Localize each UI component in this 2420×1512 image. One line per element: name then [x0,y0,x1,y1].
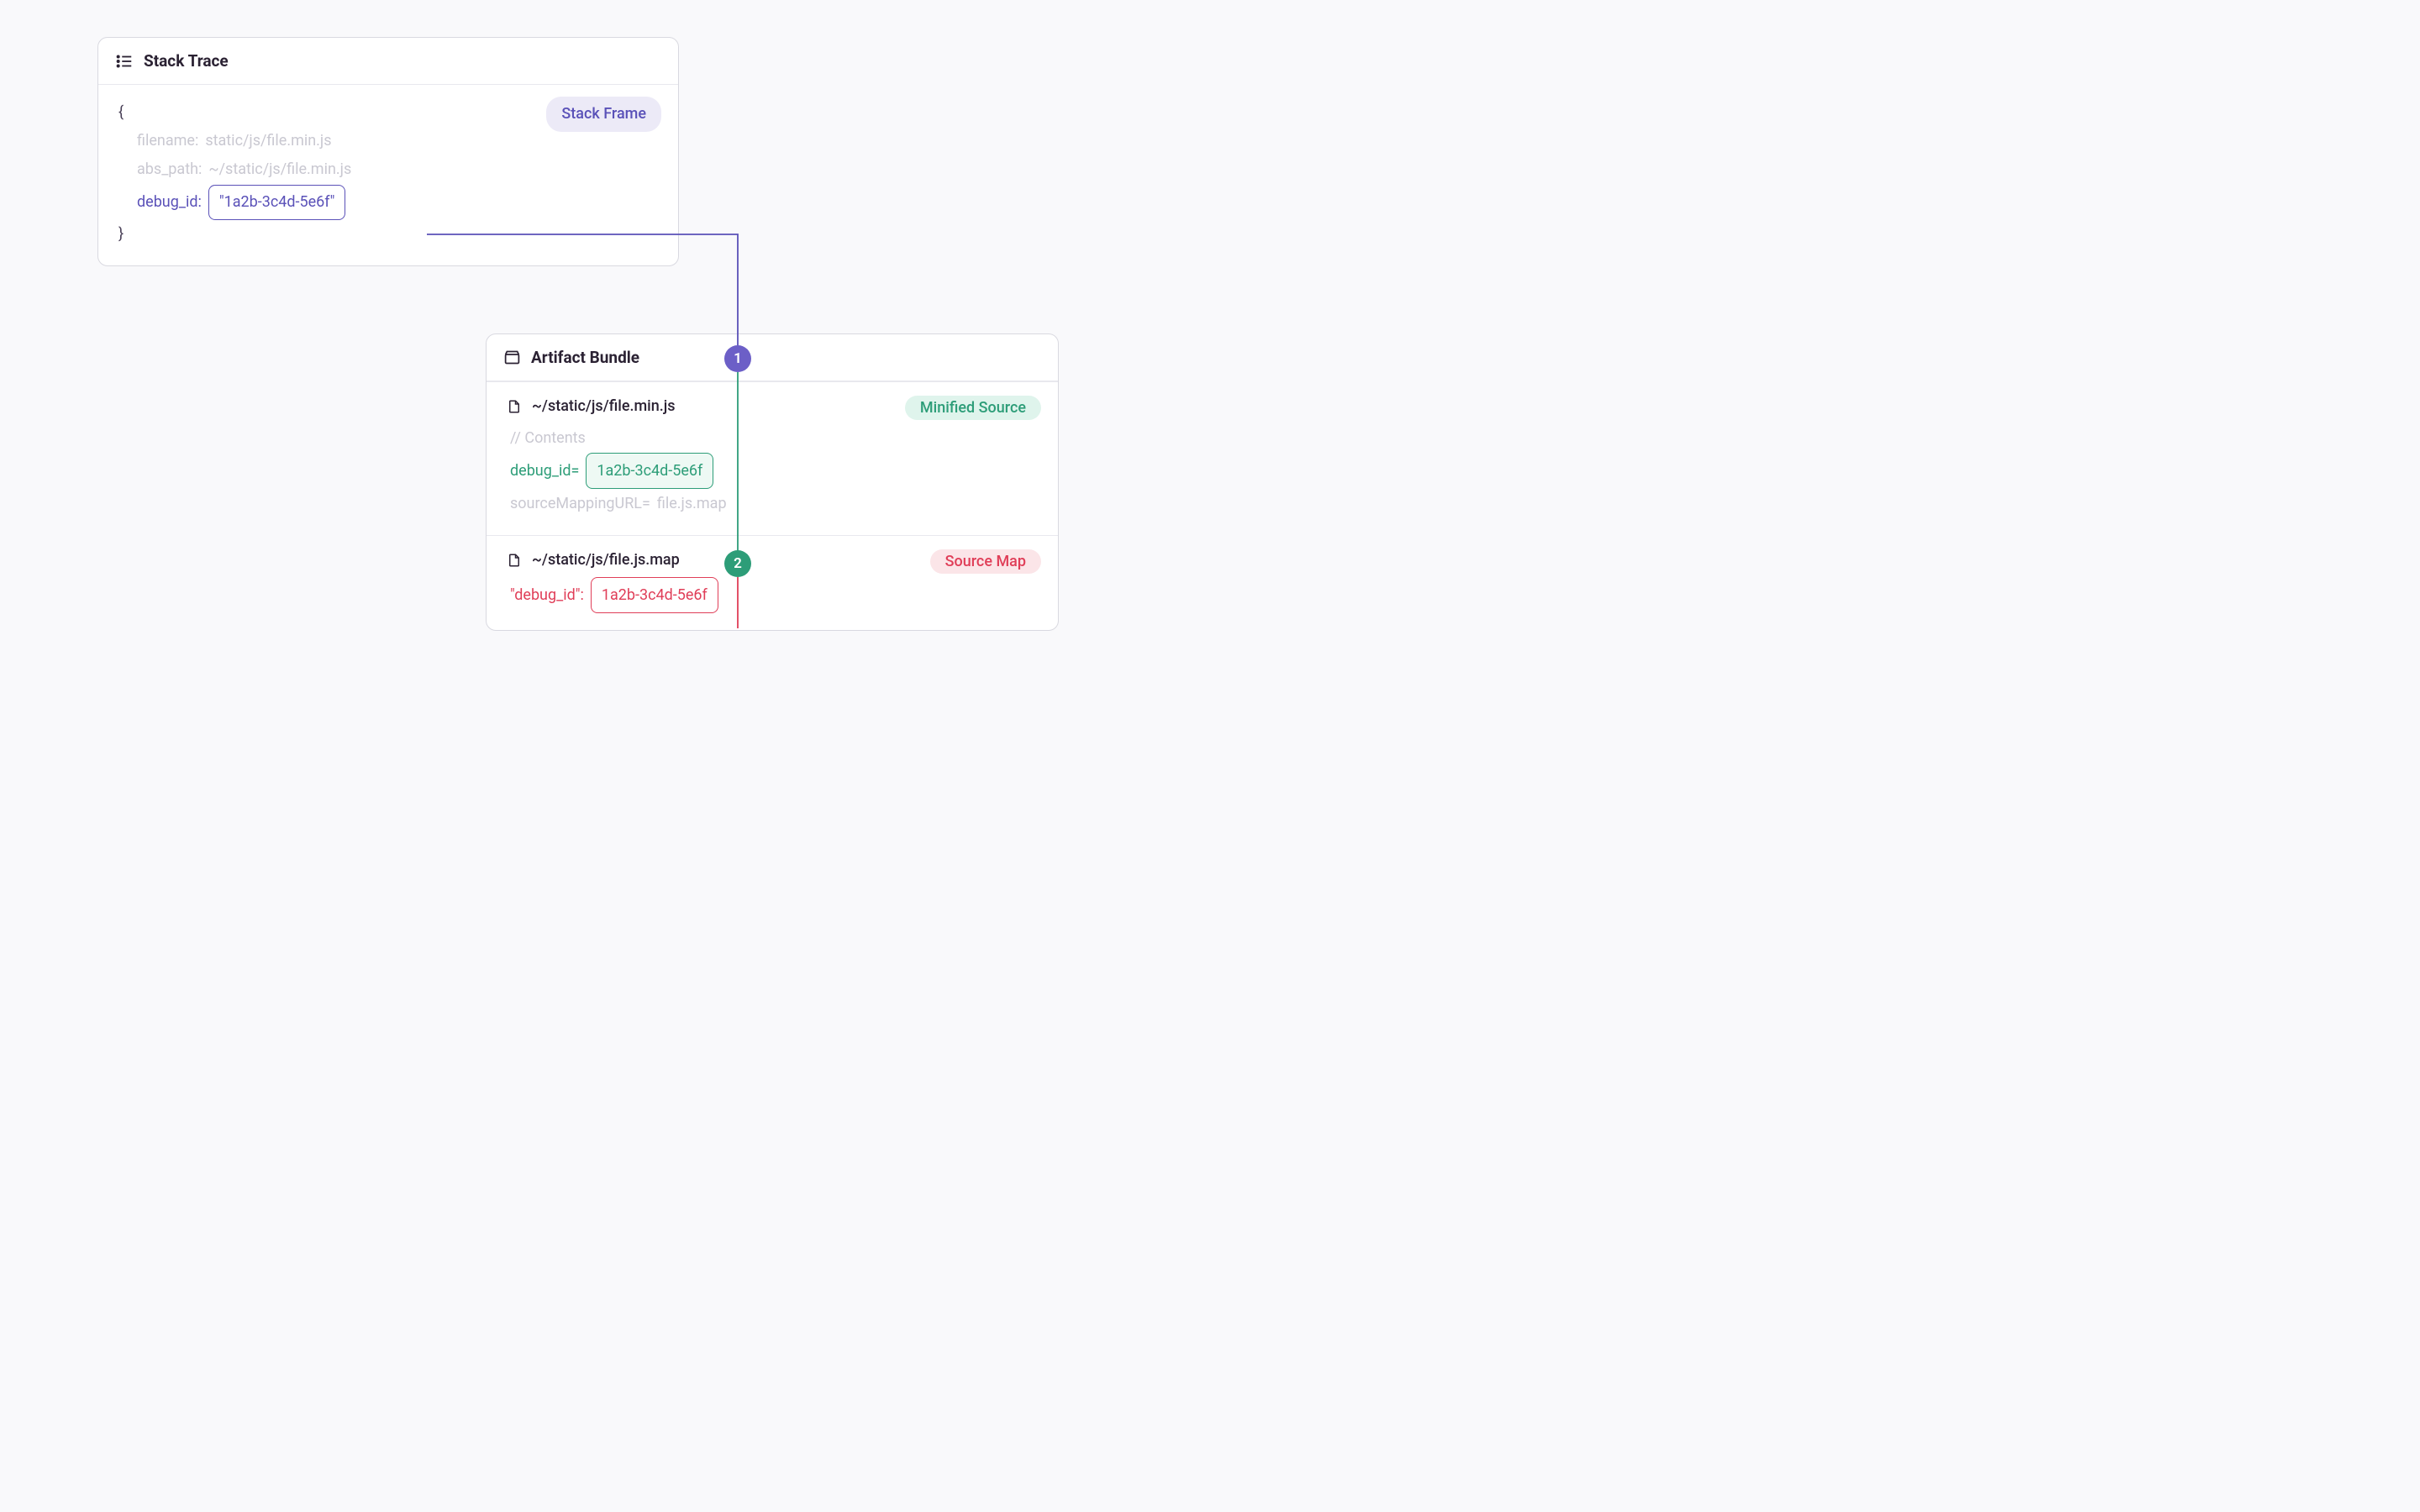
sourcemap-debug-id-row: "debug_id": 1a2b-3c4d-5e6f [510,577,1038,613]
sourcemap-content: "debug_id": 1a2b-3c4d-5e6f [507,577,1038,613]
minified-section: Minified Source ~/static/js/file.min.js … [487,381,1058,535]
stack-trace-title: Stack Trace [144,51,229,71]
abs-path-value: ~/static/js/file.min.js [208,155,351,184]
sourcemap-url-row: sourceMappingURL= file.js.map [510,489,1038,518]
contents-comment: // Contents [510,423,1038,453]
list-icon [115,52,134,71]
sourcemap-section: Source Map ~/static/js/file.js.map "debu… [487,535,1058,630]
minified-debug-id-row: debug_id= 1a2b-3c4d-5e6f [510,453,1038,489]
sourcemap-debug-id-value: 1a2b-3c4d-5e6f [591,577,718,613]
minified-debug-id-key: debug_id= [510,456,579,486]
close-brace: } [118,220,658,249]
file-icon [507,399,522,414]
bundle-icon [503,349,521,366]
debug-id-row: debug_id: "1a2b-3c4d-5e6f" [118,185,658,220]
debug-id-key: debug_id: [137,188,202,217]
sourcemap-url-value: file.js.map [657,489,727,518]
sourcemap-badge: Source Map [930,549,1041,574]
file-icon [507,553,522,568]
stack-trace-header: Stack Trace [98,38,678,85]
stack-trace-card: Stack Trace Stack Frame { filename: stat… [97,37,679,266]
filename-value: static/js/file.min.js [205,127,331,155]
stack-trace-body: Stack Frame { filename: static/js/file.m… [98,85,678,265]
sourcemap-url-key: sourceMappingURL= [510,489,650,518]
artifact-bundle-title: Artifact Bundle [531,348,639,367]
abs-path-row: abs_path: ~/static/js/file.min.js [118,155,658,184]
artifact-bundle-card: Artifact Bundle Minified Source ~/static… [486,333,1059,631]
sourcemap-file-path: ~/static/js/file.js.map [532,551,680,569]
minified-debug-id-value: 1a2b-3c4d-5e6f [586,453,713,489]
artifact-bundle-header: Artifact Bundle [487,334,1058,381]
debug-id-value-box: "1a2b-3c4d-5e6f" [208,185,346,220]
sourcemap-debug-id-key: "debug_id": [510,580,584,610]
minified-content: // Contents debug_id= 1a2b-3c4d-5e6f sou… [507,423,1038,518]
minified-file-path: ~/static/js/file.min.js [532,397,676,415]
step-badge-2: 2 [724,550,751,577]
stack-frame-badge: Stack Frame [546,97,661,132]
minified-badge: Minified Source [905,396,1041,420]
filename-key: filename: [137,127,198,155]
step-badge-1: 1 [724,345,751,372]
abs-path-key: abs_path: [137,155,202,184]
